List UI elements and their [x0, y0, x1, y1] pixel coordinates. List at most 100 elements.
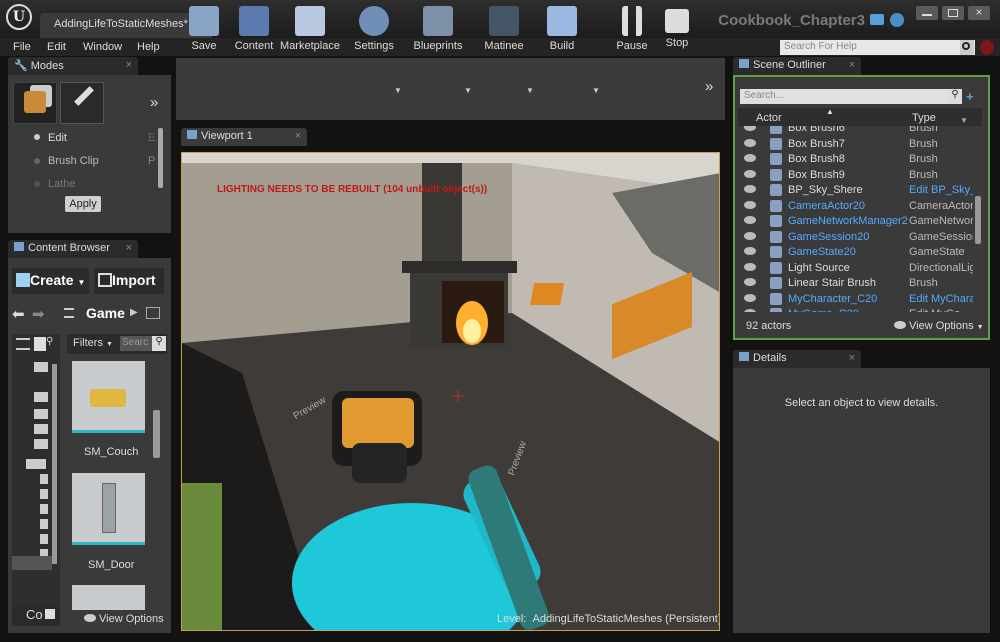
folder-icon[interactable] — [34, 392, 48, 402]
table-row[interactable]: GameState20 GameState — [738, 245, 976, 261]
content-browser-tab[interactable]: Content Browser × — [8, 240, 138, 258]
viewport[interactable]: LIGHTING NEEDS TO BE REBUILT (104 unbuil… — [181, 152, 720, 631]
unreal-logo-icon[interactable]: U — [6, 4, 32, 30]
filters-button[interactable]: Filters ▼ — [73, 337, 113, 349]
folder-icon[interactable] — [40, 504, 48, 514]
radio-lathe[interactable] — [34, 181, 40, 187]
folder-icon[interactable] — [34, 409, 48, 419]
apply-button[interactable]: Apply — [65, 196, 101, 212]
maximize-button[interactable] — [942, 6, 964, 20]
build-button[interactable]: Build — [534, 2, 590, 60]
modes-scrollbar[interactable] — [158, 128, 163, 188]
folder-icon[interactable] — [26, 459, 46, 469]
folder-icon[interactable] — [40, 519, 48, 529]
outliner-list[interactable]: Box Brush6 Brush Box Brush7 Brush Box Brush8… — [738, 126, 976, 312]
asset-thumbnail-door[interactable] — [72, 473, 145, 545]
lock-icon[interactable] — [146, 307, 160, 319]
close-icon[interactable]: × — [295, 130, 301, 142]
feedback-icon[interactable] — [870, 14, 884, 25]
table-row[interactable]: GameSession20 GameSession — [738, 230, 976, 246]
view-options-button[interactable]: View Options — [84, 613, 164, 625]
details-tab[interactable]: Details × — [733, 350, 861, 368]
radio-edit[interactable] — [34, 134, 40, 140]
table-row[interactable]: Box Brush9 Brush — [738, 168, 976, 184]
menu-window[interactable]: Window — [83, 41, 122, 53]
matinee-dropdown-icon[interactable]: ▼ — [526, 86, 534, 95]
tree-search-input[interactable] — [34, 337, 46, 351]
outliner-search-input[interactable]: Search... — [740, 89, 948, 104]
import-button[interactable]: Import — [94, 268, 164, 294]
table-row[interactable]: CameraActor20 CameraActor — [738, 199, 976, 215]
settings-dropdown-icon[interactable]: ▼ — [394, 86, 402, 95]
visibility-eye-icon[interactable] — [744, 185, 756, 193]
minimize-button[interactable] — [916, 6, 938, 20]
help-search-input[interactable]: Search For Help — [780, 40, 975, 55]
blueprints-button[interactable]: Blueprints — [410, 2, 466, 60]
visibility-eye-icon[interactable] — [744, 169, 756, 178]
menu-file[interactable]: File — [13, 41, 31, 53]
selected-folder[interactable] — [12, 556, 52, 570]
build-dropdown-icon[interactable]: ▼ — [592, 86, 600, 95]
close-icon[interactable]: × — [126, 59, 132, 71]
visibility-eye-icon[interactable] — [744, 231, 756, 240]
modes-tab[interactable]: 🔧 Modes × — [8, 57, 138, 75]
folder-icon[interactable] — [40, 489, 48, 499]
visibility-eye-icon[interactable] — [744, 247, 756, 255]
folder-icon[interactable] — [40, 474, 48, 484]
actor-type[interactable]: Edit BP_Sky_ — [909, 184, 973, 196]
create-button[interactable]: Create ▼ — [12, 268, 89, 294]
settings-button[interactable]: Settings — [346, 2, 402, 60]
visibility-eye-icon[interactable] — [744, 216, 756, 224]
table-row[interactable]: Box Brush6 Brush — [738, 126, 976, 137]
visibility-eye-icon[interactable] — [744, 200, 756, 209]
mode-item-lathe[interactable]: Lathe — [48, 178, 76, 190]
table-row[interactable]: Light Source DirectionalLig — [738, 261, 976, 277]
visibility-eye-icon[interactable] — [744, 126, 756, 131]
visibility-eye-icon[interactable] — [744, 278, 756, 286]
add-actor-icon[interactable]: + — [966, 89, 980, 104]
search-icon[interactable]: ⚲ — [46, 336, 58, 350]
visibility-eye-icon[interactable] — [744, 138, 756, 147]
marketplace-button[interactable]: Marketplace — [279, 2, 341, 60]
outliner-view-options-button[interactable]: View Options ▼ — [894, 320, 984, 332]
path-chevron-icon[interactable]: ▶ — [130, 307, 138, 318]
actor-type[interactable]: Edit MyChara — [909, 293, 973, 305]
column-type[interactable]: Type — [912, 112, 936, 124]
folder-icon[interactable] — [40, 534, 48, 544]
radio-brush-clip[interactable] — [34, 158, 40, 164]
forward-icon[interactable]: ➡ — [32, 305, 45, 323]
visibility-eye-icon[interactable] — [744, 309, 756, 312]
column-type-dropdown-icon[interactable]: ▼ — [960, 116, 968, 125]
table-row[interactable]: Box Brush7 Brush — [738, 137, 976, 153]
close-icon[interactable]: × — [849, 59, 855, 71]
asset-scrollbar[interactable] — [153, 410, 160, 458]
folder-icon[interactable] — [34, 439, 48, 449]
tree-scrollbar[interactable] — [52, 364, 57, 564]
asset-label-couch[interactable]: SM_Couch — [84, 446, 138, 458]
content-button[interactable]: Content — [226, 2, 282, 60]
asset-thumbnail-couch[interactable] — [72, 361, 145, 433]
folder-icon[interactable] — [34, 362, 48, 372]
source-control-icon[interactable] — [890, 13, 904, 27]
search-icon[interactable]: ⚲ — [948, 89, 962, 104]
folder-tree-icon[interactable] — [64, 308, 74, 318]
search-icon[interactable]: ⚲ — [152, 336, 166, 351]
back-icon[interactable]: ⬅ — [12, 305, 25, 323]
table-row[interactable]: GameNetworkManager20 GameNetwork — [738, 214, 976, 230]
table-row[interactable]: MyGame_C20Edit MyGa — [738, 307, 976, 312]
close-window-button[interactable]: × — [968, 6, 990, 20]
help-search-icon[interactable] — [960, 40, 974, 55]
path-game[interactable]: Game — [86, 305, 125, 321]
mode-item-brush-clip[interactable]: Brush Clip — [48, 155, 99, 167]
mode-item-edit[interactable]: Edit — [48, 132, 67, 144]
toolbar-overflow-icon[interactable]: » — [705, 78, 713, 95]
menu-edit[interactable]: Edit — [47, 41, 66, 53]
scene-outliner-tab[interactable]: Scene Outliner × — [733, 57, 861, 75]
viewport-tab[interactable]: Viewport 1 × — [181, 128, 307, 146]
collections-button[interactable]: Co — [12, 604, 60, 626]
visibility-eye-icon[interactable] — [744, 154, 756, 162]
sort-up-icon[interactable]: ▲ — [826, 107, 834, 116]
matinee-button[interactable]: Matinee — [476, 2, 532, 60]
asset-search-input[interactable]: Searc — [120, 336, 152, 351]
table-row[interactable]: Box Brush8 Brush — [738, 152, 976, 168]
